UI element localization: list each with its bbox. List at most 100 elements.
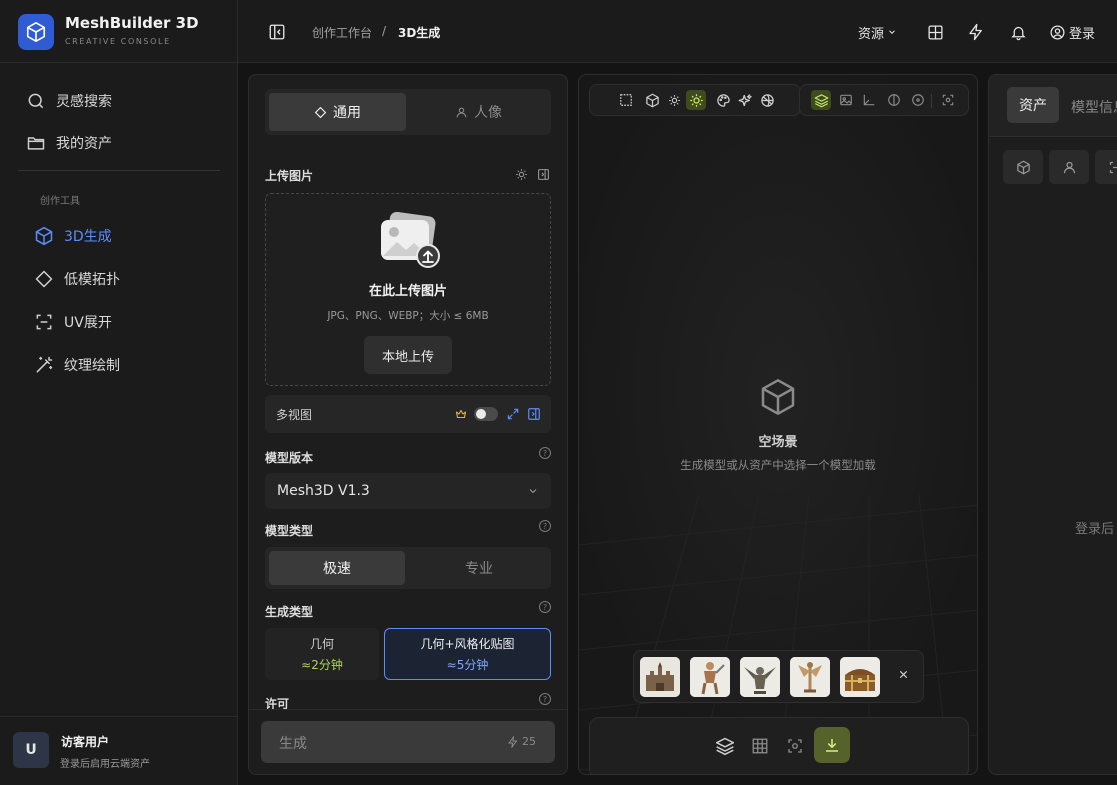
sample-thumb-gargoyle[interactable] <box>740 657 780 697</box>
panel-toggle-icon[interactable] <box>537 168 550 181</box>
model-type-tabs: 极速 专业 <box>265 547 551 589</box>
help-icon[interactable]: ? <box>539 601 551 613</box>
help-icon[interactable]: ? <box>539 520 551 532</box>
image-upload-icon <box>378 212 440 268</box>
nav-item-low-poly[interactable]: 低模拓扑 <box>32 261 228 297</box>
resources-menu[interactable]: 资源 <box>858 20 897 44</box>
gen-type-geometry[interactable]: 几何 ≈2分钟 <box>265 628 379 680</box>
uv-frame-icon <box>36 314 52 330</box>
tab-model-info[interactable]: 模型信息 <box>1071 97 1117 117</box>
tab-portrait[interactable]: 人像 <box>410 93 547 131</box>
gen-type-name: 几何+风格化贴图 <box>420 637 515 651</box>
filter-person-button[interactable] <box>1049 150 1089 184</box>
model-type-fast[interactable]: 极速 <box>269 551 405 585</box>
nav-search[interactable]: 灵感搜索 <box>24 83 220 119</box>
avatar[interactable]: U <box>13 732 49 768</box>
download-button[interactable] <box>814 727 850 763</box>
notifications-button[interactable] <box>1007 21 1029 43</box>
divider <box>931 94 932 108</box>
model-version-select[interactable]: Mesh3D V1.3 <box>265 473 551 509</box>
empty-scene-cube-icon <box>758 377 798 417</box>
sample-thumb-dragon[interactable] <box>790 657 830 697</box>
sparkles-icon[interactable] <box>735 90 755 110</box>
help-icon[interactable]: ? <box>539 693 551 705</box>
side-panel-icon[interactable] <box>527 407 541 421</box>
focus-icon[interactable] <box>938 90 958 110</box>
filter-uv-button[interactable] <box>1095 150 1117 184</box>
lightning-button[interactable] <box>965 21 987 43</box>
select-box-icon[interactable] <box>616 90 636 110</box>
image-icon[interactable] <box>836 90 856 110</box>
nav-item-texture-paint[interactable]: 纹理绘制 <box>32 347 228 383</box>
empty-scene-title: 空场景 <box>758 435 798 450</box>
upload-dropzone[interactable]: 在此上传图片 JPG、PNG、WEBP；大小 ≤ 6MB 本地上传 <box>265 193 551 386</box>
light-small-icon[interactable] <box>664 90 684 110</box>
generate-label: 生成 <box>279 736 307 752</box>
expand-icon[interactable] <box>506 407 520 421</box>
breadcrumb-parent[interactable]: 创作工作台 <box>312 24 372 41</box>
display-toolbar <box>799 84 969 116</box>
gen-type-label: 生成类型 <box>265 605 314 619</box>
local-upload-button[interactable]: 本地上传 <box>364 336 452 374</box>
nav-my-assets[interactable]: 我的资产 <box>24 125 220 161</box>
cube-icon[interactable] <box>642 90 662 110</box>
model-type-label: 模型类型 <box>265 524 314 538</box>
user-circle-icon <box>1050 24 1065 40</box>
lightning-icon <box>969 23 982 41</box>
model-type-pro[interactable]: 专业 <box>411 551 547 585</box>
filter-cube-button[interactable] <box>1003 150 1043 184</box>
login-label: 登录 <box>1069 26 1096 42</box>
tab-label: 人像 <box>474 105 502 121</box>
sample-thumb-warrior[interactable] <box>690 657 730 697</box>
download-icon <box>826 739 838 752</box>
focus-icon[interactable] <box>786 737 804 755</box>
cube-icon <box>35 226 53 246</box>
contrast-icon[interactable] <box>884 90 904 110</box>
tab-general[interactable]: 通用 <box>269 93 406 131</box>
help-icon[interactable]: ? <box>539 447 551 459</box>
generate-cost: 25 <box>507 735 536 748</box>
sidebar-collapse-icon <box>269 24 285 40</box>
layers-icon[interactable] <box>811 90 831 110</box>
nav-item-3d-generate[interactable]: 3D生成 <box>32 218 228 254</box>
upload-title: 在此上传图片 <box>368 284 447 299</box>
nav-item-uv-unwrap[interactable]: UV展开 <box>32 304 228 340</box>
sphere-icon[interactable] <box>757 90 777 110</box>
brand-logo[interactable] <box>18 14 54 50</box>
mode-tabs: 通用 人像 <box>265 89 551 135</box>
axis-icon[interactable] <box>859 90 879 110</box>
palette-icon[interactable] <box>713 90 733 110</box>
generate-button[interactable]: 生成 25 <box>261 721 555 763</box>
collapse-sidebar-button[interactable] <box>266 21 288 43</box>
nav-search-label: 灵感搜索 <box>56 94 112 110</box>
layers-icon[interactable] <box>715 736 735 756</box>
grid-button[interactable] <box>924 21 946 43</box>
model-version-label: 模型版本 <box>265 451 314 465</box>
uv-frame-icon <box>1109 161 1117 173</box>
top-bar: 创作工作台 / 3D生成 资源 登录 <box>238 0 1117 63</box>
generate-cost-value: 25 <box>522 735 536 748</box>
sun-icon[interactable] <box>515 168 528 181</box>
generation-panel: 通用 人像 上传图片 在此上传图片 JPG、PNG、WEBP；大小 ≤ 6MB … <box>248 74 568 775</box>
tab-label: 通用 <box>333 105 361 121</box>
target-icon[interactable] <box>908 90 928 110</box>
sidebar: MeshBuilder 3D CREATIVE CONSOLE 灵感搜索 我的资… <box>0 0 238 785</box>
magic-wand-icon <box>36 356 53 373</box>
grid-icon[interactable] <box>751 737 769 755</box>
login-button[interactable]: 登录 <box>1049 20 1095 44</box>
tab-assets[interactable]: 资产 <box>1007 87 1059 123</box>
nav-section-title: 创作工具 <box>40 196 80 207</box>
sample-thumb-chest[interactable] <box>840 657 880 697</box>
nav-item-label: 3D生成 <box>64 229 112 245</box>
light-icon[interactable] <box>686 90 706 110</box>
gen-type-geometry-texture[interactable]: 几何+风格化贴图 ≈5分钟 <box>384 628 551 680</box>
sample-thumb-castle[interactable] <box>640 657 680 697</box>
model-version-value: Mesh3D V1.3 <box>277 483 370 499</box>
multiview-label: 多视图 <box>276 408 313 422</box>
close-samples-button[interactable] <box>894 665 912 683</box>
gen-type-time: ≈2分钟 <box>301 658 343 672</box>
close-icon <box>899 670 907 678</box>
3d-viewport[interactable]: 空场景 生成模型或从资产中选择一个模型加载 <box>578 74 978 775</box>
cube-logo-icon <box>26 22 46 42</box>
multiview-toggle[interactable] <box>474 407 498 421</box>
